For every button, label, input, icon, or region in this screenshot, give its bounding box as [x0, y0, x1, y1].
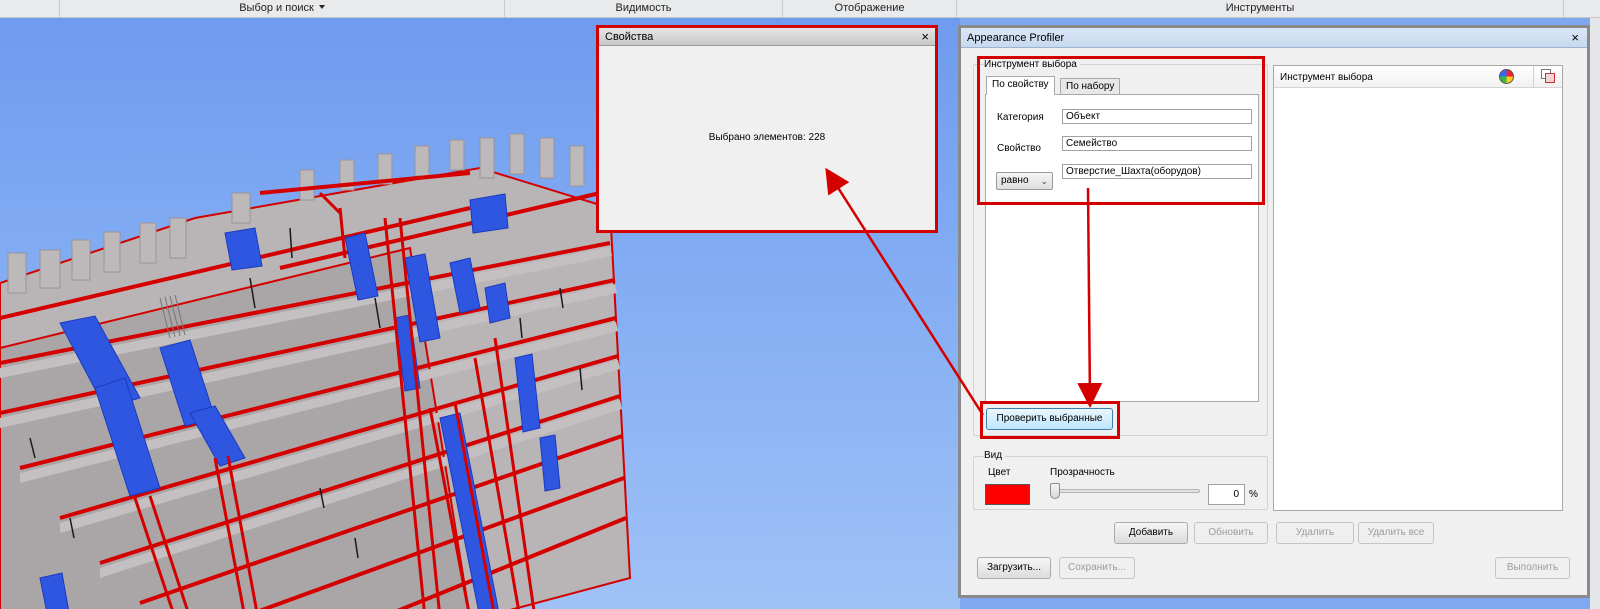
properties-title-bar[interactable]: Свойства × [599, 28, 935, 46]
ribbon-tab-label: Отображение [834, 2, 905, 14]
tab-label: По набору [1066, 81, 1115, 92]
list-header: Инструмент выбора [1274, 66, 1562, 88]
transparency-slider-track[interactable] [1050, 489, 1200, 493]
property-field[interactable]: Семейство [1062, 136, 1252, 151]
header-divider [1533, 66, 1534, 88]
ribbon-bar: Выбор и поиск Видимость Отображение Инст… [0, 0, 1600, 18]
ribbon-tab-label: Инструменты [1225, 2, 1295, 14]
ribbon-tab-visibility[interactable]: Видимость [505, 0, 783, 17]
close-icon[interactable]: × [921, 30, 929, 43]
add-button[interactable]: Добавить [1114, 522, 1188, 544]
ribbon-tab-tools[interactable]: Инструменты [957, 0, 1564, 17]
tab-by-property[interactable]: По свойству [986, 76, 1055, 95]
category-label: Категория [997, 112, 1044, 123]
operator-value: равно [1001, 175, 1029, 186]
view-group-label: Вид [984, 450, 1006, 461]
transparency-label: Прозрачность [1050, 467, 1115, 478]
percent-label: % [1249, 489, 1258, 500]
category-field[interactable]: Объект [1062, 109, 1252, 124]
transparency-input[interactable]: 0 [1208, 484, 1245, 505]
dropdown-arrow-icon[interactable] [318, 5, 325, 9]
selector-list-panel[interactable]: Инструмент выбора [1273, 65, 1563, 511]
side-toolbar-strip [1590, 18, 1600, 609]
ribbon-tab-select-search[interactable]: Выбор и поиск [60, 0, 505, 17]
delete-all-button[interactable]: Удалить все [1358, 522, 1434, 544]
ribbon-tab-display[interactable]: Отображение [783, 0, 957, 17]
value-field[interactable]: Отверстие_Шахта(оборудов) [1062, 164, 1252, 179]
operator-select[interactable]: равно ⌄ [996, 172, 1053, 190]
list-header-label: Инструмент выбора [1280, 72, 1373, 83]
close-icon[interactable]: × [1571, 31, 1579, 44]
copy-icon[interactable] [1541, 69, 1556, 84]
transparency-slider-handle[interactable] [1050, 483, 1060, 499]
save-button[interactable]: Сохранить... [1059, 557, 1135, 579]
test-selection-button[interactable]: Проверить выбранные [986, 408, 1113, 430]
tab-label: По свойству [992, 79, 1049, 90]
ribbon-tab-label: Видимость [615, 2, 672, 14]
selector-group-label: Инструмент выбора [984, 59, 1080, 70]
ribbon-tab-label: Выбор и поиск [239, 2, 314, 14]
chevron-down-icon: ⌄ [1040, 176, 1048, 186]
tab-by-set[interactable]: По набору [1060, 78, 1121, 95]
color-swatch[interactable] [985, 484, 1030, 505]
color-wheel-icon[interactable] [1499, 69, 1514, 84]
appearance-profiler-title: Appearance Profiler [967, 32, 1065, 44]
selected-count-text: Выбрано элементов: 228 [708, 132, 826, 143]
run-button[interactable]: Выполнить [1495, 557, 1570, 579]
color-label: Цвет [988, 467, 1011, 478]
appearance-profiler-title-bar[interactable]: Appearance Profiler × [961, 28, 1587, 48]
property-label: Свойство [997, 143, 1041, 154]
properties-window[interactable]: Свойства × Выбрано элементов: 228 [596, 25, 938, 233]
update-button[interactable]: Обновить [1194, 522, 1268, 544]
properties-title: Свойства [605, 31, 654, 43]
delete-button[interactable]: Удалить [1276, 522, 1354, 544]
load-button[interactable]: Загрузить... [977, 557, 1051, 579]
ribbon-section-empty [0, 0, 60, 17]
